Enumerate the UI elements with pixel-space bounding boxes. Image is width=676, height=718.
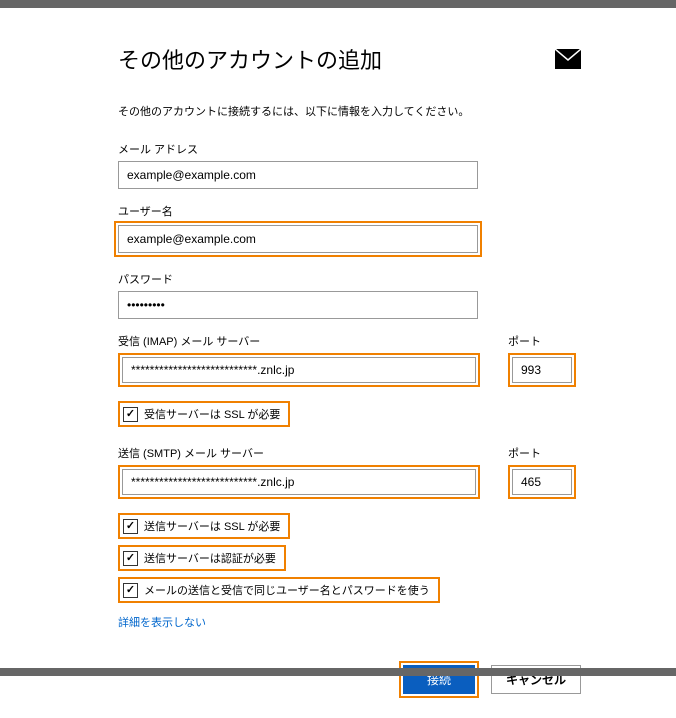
incoming-ssl-label: 受信サーバーは SSL が必要 [144, 406, 280, 422]
connect-button-highlight: 接続 [399, 661, 479, 698]
email-input[interactable] [118, 161, 478, 189]
outgoing-auth-checkbox[interactable]: ✓ [123, 551, 138, 566]
same-credentials-label: メールの送信と受信で同じユーザー名とパスワードを使う [144, 582, 430, 598]
imap-port-label: ポート [508, 333, 576, 349]
check-icon: ✓ [126, 521, 135, 532]
email-label: メール アドレス [118, 141, 581, 157]
top-chrome-bar [0, 0, 676, 8]
username-input[interactable] [118, 225, 478, 253]
check-icon: ✓ [126, 553, 135, 564]
imap-field-group: 受信 (IMAP) メール サーバー ポート [118, 333, 581, 387]
smtp-port-input[interactable] [512, 469, 572, 495]
imap-server-input[interactable] [122, 357, 476, 383]
dialog-content: その他のアカウントの追加 その他のアカウントに接続するには、以下に情報を入力して… [0, 8, 676, 718]
same-credentials-highlight: ✓ メールの送信と受信で同じユーザー名とパスワードを使う [118, 577, 440, 603]
smtp-port-highlight [508, 465, 576, 499]
check-icon: ✓ [126, 409, 135, 420]
outgoing-ssl-highlight: ✓ 送信サーバーは SSL が必要 [118, 513, 290, 539]
smtp-server-highlight [118, 465, 480, 499]
incoming-ssl-checkbox[interactable]: ✓ [123, 407, 138, 422]
outgoing-ssl-row: ✓ 送信サーバーは SSL が必要 [118, 513, 581, 539]
incoming-ssl-row: ✓ 受信サーバーは SSL が必要 [118, 401, 581, 427]
imap-port-input[interactable] [512, 357, 572, 383]
imap-port-highlight [508, 353, 576, 387]
outgoing-ssl-label: 送信サーバーは SSL が必要 [144, 518, 280, 534]
username-field-group: ユーザー名 [118, 203, 581, 257]
bottom-chrome-bar [0, 668, 676, 676]
email-field-group: メール アドレス [118, 141, 581, 189]
imap-server-label: 受信 (IMAP) メール サーバー [118, 333, 480, 349]
outgoing-auth-label: 送信サーバーは認証が必要 [144, 550, 276, 566]
smtp-port-label: ポート [508, 445, 576, 461]
password-label: パスワード [118, 271, 581, 287]
check-icon: ✓ [126, 585, 135, 596]
username-highlight [114, 221, 482, 257]
imap-server-highlight [118, 353, 480, 387]
smtp-field-group: 送信 (SMTP) メール サーバー ポート [118, 445, 581, 499]
button-row: 接続 キャンセル [118, 661, 581, 698]
dialog-subtitle: その他のアカウントに接続するには、以下に情報を入力してください。 [118, 103, 581, 119]
smtp-server-label: 送信 (SMTP) メール サーバー [118, 445, 480, 461]
username-label: ユーザー名 [118, 203, 581, 219]
outgoing-auth-highlight: ✓ 送信サーバーは認証が必要 [118, 545, 286, 571]
dialog-title: その他のアカウントの追加 [118, 43, 382, 75]
dialog-header: その他のアカウントの追加 [118, 43, 581, 75]
mail-icon [555, 49, 581, 69]
password-field-group: パスワード [118, 271, 581, 319]
details-link-row: 詳細を表示しない [118, 613, 581, 631]
incoming-ssl-highlight: ✓ 受信サーバーは SSL が必要 [118, 401, 290, 427]
smtp-server-input[interactable] [122, 469, 476, 495]
hide-details-link[interactable]: 詳細を表示しない [118, 617, 206, 629]
password-input[interactable] [118, 291, 478, 319]
same-credentials-row: ✓ メールの送信と受信で同じユーザー名とパスワードを使う [118, 577, 581, 603]
outgoing-ssl-checkbox[interactable]: ✓ [123, 519, 138, 534]
same-credentials-checkbox[interactable]: ✓ [123, 583, 138, 598]
outgoing-auth-row: ✓ 送信サーバーは認証が必要 [118, 545, 581, 571]
